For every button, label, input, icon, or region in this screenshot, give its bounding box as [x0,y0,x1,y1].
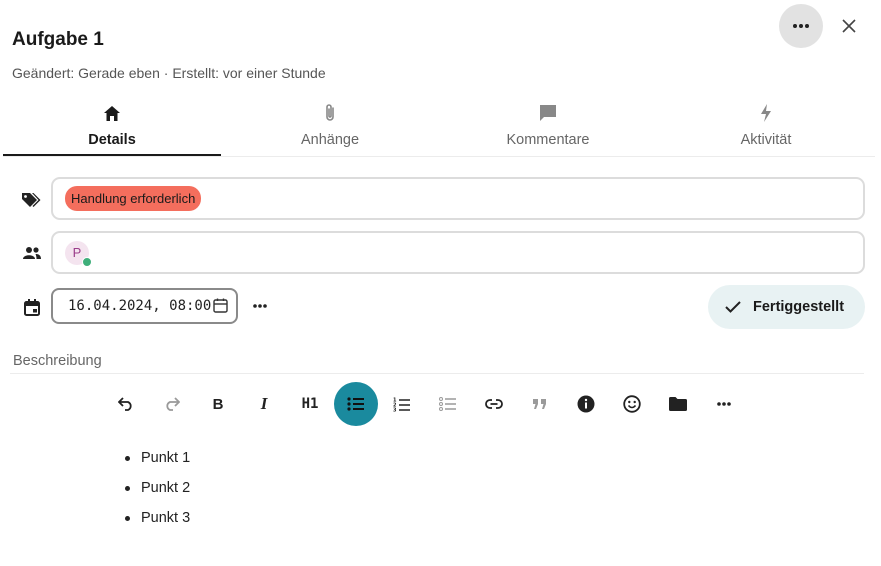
tab-comments[interactable]: Kommentare [439,96,657,156]
more-horizontal-icon [253,304,267,308]
tab-label: Kommentare [506,132,590,148]
tab-label: Anhänge [300,132,360,148]
bold-label: B [212,395,224,413]
bullet-list-button[interactable] [334,382,378,426]
bold-button[interactable]: B [195,382,241,426]
quote-button[interactable] [517,382,563,426]
tags-field[interactable]: Handlung erforderlich [51,177,865,220]
lightning-icon [760,102,772,124]
tab-attachments[interactable]: Anhänge [221,96,439,156]
more-horizontal-icon [793,24,809,28]
home-icon [104,102,120,124]
checklist-button[interactable] [425,382,471,426]
list-item: Punkt 3 [124,509,190,539]
date-more-button[interactable] [248,296,272,316]
emoji-icon [623,395,641,413]
heading1-label: H1 [301,396,319,412]
close-icon [842,19,856,33]
folder-icon [669,397,687,411]
emoji-button[interactable] [609,382,655,426]
modified-created-meta: Geändert: Gerade eben · Erstellt: vor ei… [12,65,326,81]
svg-text:3: 3 [393,407,397,412]
tab-label: Details [88,132,136,148]
info-icon [577,395,595,413]
tab-activity[interactable]: Aktivität [657,96,875,156]
checklist-icon [439,397,456,411]
tab-bar: Details Anhänge Kommentare Aktivität [3,96,875,157]
ordered-list-button[interactable]: 123 [379,382,425,426]
due-date-input[interactable]: 16.04.2024, 08:00 [51,288,238,324]
description-label: Beschreibung [13,353,102,369]
close-button[interactable] [831,8,867,44]
more-horizontal-icon [717,402,731,406]
redo-button[interactable] [149,382,195,426]
undo-icon [118,397,132,411]
assignees-field[interactable]: P [51,231,865,274]
people-icon [22,243,42,263]
heading1-button[interactable]: H1 [287,382,333,426]
description-content[interactable]: Punkt 1 Punkt 2 Punkt 3 [124,449,190,539]
link-icon [485,399,503,409]
ordered-list-icon: 123 [393,397,410,412]
list-item: Punkt 2 [124,479,190,509]
paperclip-icon [324,102,336,124]
due-date-value: 16.04.2024, 08:00 [68,298,212,314]
italic-button[interactable]: I [241,382,287,426]
divider [10,373,864,374]
more-formatting-button[interactable] [701,382,747,426]
online-status-dot [82,256,92,267]
quote-icon [533,399,546,409]
tags-icon [22,190,42,210]
comment-icon [539,102,557,124]
page-title: Aufgabe 1 [12,29,104,50]
checkmark-icon [725,301,741,313]
italic-label: I [260,394,268,413]
avatar-initial: P [72,245,82,260]
date-picker-icon[interactable] [213,298,228,317]
tab-details[interactable]: Details [3,96,221,156]
tag-badge[interactable]: Handlung erforderlich [65,186,202,211]
undo-button[interactable] [103,382,149,426]
bullet-list-icon [347,397,364,411]
calendar-icon [22,297,42,317]
header-actions [779,4,867,48]
mark-done-label: Fertiggestellt [753,299,845,315]
list-item: Punkt 1 [124,449,190,479]
mark-done-button[interactable]: Fertiggestellt [708,285,865,329]
more-options-button[interactable] [779,4,823,48]
tab-label: Aktivität [740,132,792,148]
avatar[interactable]: P [65,240,92,267]
folder-button[interactable] [655,382,701,426]
link-button[interactable] [471,382,517,426]
redo-icon [166,397,180,411]
info-button[interactable] [563,382,609,426]
editor-toolbar: B I H1 123 [103,382,747,426]
